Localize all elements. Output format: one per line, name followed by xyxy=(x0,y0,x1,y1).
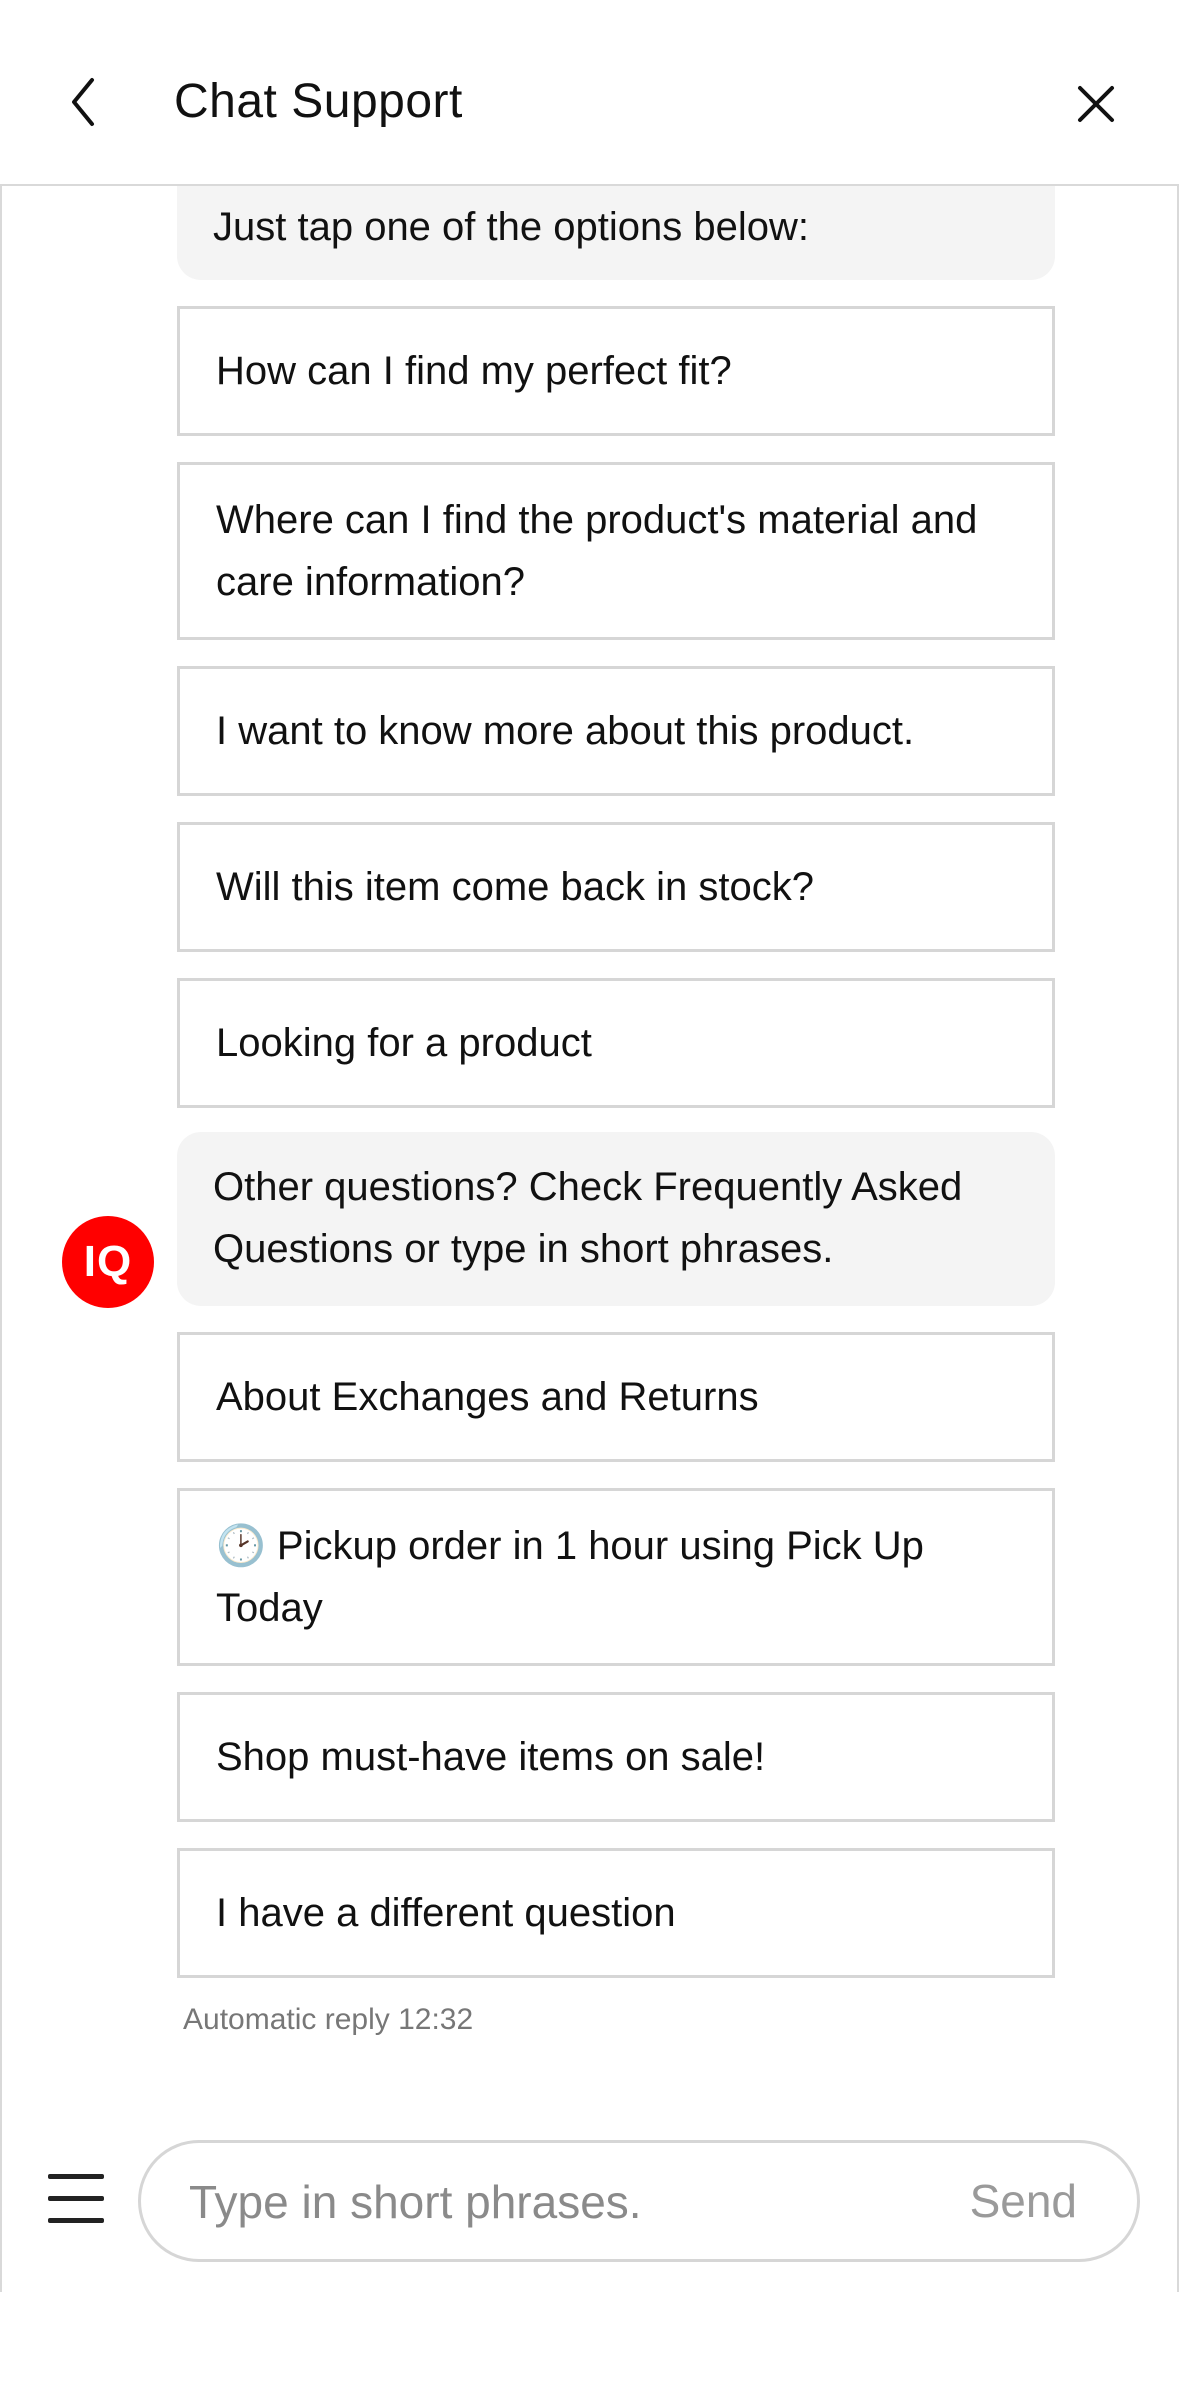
hamburger-menu-icon[interactable] xyxy=(48,2174,104,2224)
option-back-in-stock[interactable]: Will this item come back in stock? xyxy=(177,822,1055,952)
menu-line xyxy=(48,2218,104,2223)
menu-line xyxy=(48,2196,104,2201)
close-icon xyxy=(1078,86,1114,122)
option-label: Will this item come back in stock? xyxy=(216,865,814,909)
option-pickup-today[interactable]: 🕑 Pickup order in 1 hour using Pick Up T… xyxy=(177,1488,1055,1666)
option-looking-for-product[interactable]: Looking for a product xyxy=(177,978,1055,1108)
bot-avatar: IQ xyxy=(62,1216,154,1308)
option-label: 🕑 Pickup order in 1 hour using Pick Up T… xyxy=(216,1524,924,1630)
option-label: I want to know more about this product. xyxy=(216,709,915,753)
chat-header: Chat Support xyxy=(0,0,1179,186)
page-title: Chat Support xyxy=(174,75,463,128)
option-label: About Exchanges and Returns xyxy=(216,1375,759,1419)
option-sale-items[interactable]: Shop must-have items on sale! xyxy=(177,1692,1055,1822)
option-different-question[interactable]: I have a different question xyxy=(177,1848,1055,1978)
option-label: Shop must-have items on sale! xyxy=(216,1735,766,1779)
option-label: How can I find my perfect fit? xyxy=(216,349,732,393)
option-perfect-fit[interactable]: How can I find my perfect fit? xyxy=(177,306,1055,436)
bot-message-bubble: Just tap one of the options below: xyxy=(177,186,1055,280)
option-exchanges-returns[interactable]: About Exchanges and Returns xyxy=(177,1332,1055,1462)
option-label: Where can I find the product's material … xyxy=(216,498,978,604)
chevron-left-icon xyxy=(72,78,94,126)
message-timestamp: Automatic reply 12:32 xyxy=(183,2003,474,2036)
menu-line xyxy=(48,2174,104,2179)
send-button[interactable]: Send xyxy=(970,2171,1077,2231)
option-product-info[interactable]: I want to know more about this product. xyxy=(177,666,1055,796)
bot-message-bubble: Other questions? Check Frequently Asked … xyxy=(177,1132,1055,1306)
message-composer: Send xyxy=(138,2140,1140,2262)
close-button[interactable] xyxy=(1068,76,1124,132)
message-input[interactable] xyxy=(187,2171,871,2233)
option-label: I have a different question xyxy=(216,1891,676,1935)
option-material-care[interactable]: Where can I find the product's material … xyxy=(177,462,1055,640)
option-label: Looking for a product xyxy=(216,1021,592,1065)
back-button[interactable] xyxy=(60,72,108,132)
